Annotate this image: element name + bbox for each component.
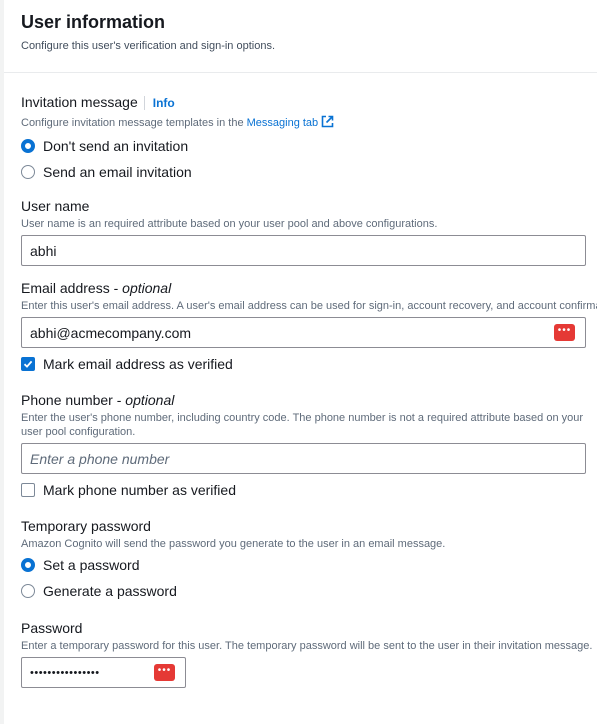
username-label: User name: [21, 198, 90, 214]
password-label: Password: [21, 620, 83, 636]
email-label-row: Email address - optional: [21, 280, 172, 296]
phone-field: Phone number - optional Enter the user's…: [21, 391, 597, 503]
password-manager-icon[interactable]: •••: [554, 324, 575, 341]
invitation-description: Configure invitation message templates i…: [21, 115, 597, 132]
phone-label-row: Phone number - optional: [21, 392, 175, 408]
section-header: User information Configure this user's v…: [0, 0, 597, 73]
password-manager-icon[interactable]: •••: [154, 664, 175, 681]
email-label: Email address: [21, 280, 110, 296]
temp-password-radio-group: Set a password Generate a password: [21, 552, 597, 604]
radio-indicator[interactable]: [21, 165, 35, 179]
radio-label: Don't send an invitation: [43, 138, 189, 154]
form-content: Invitation message Info Configure invitat…: [0, 73, 597, 688]
phone-verified-checkbox[interactable]: Mark phone number as verified: [21, 477, 597, 503]
username-field: User name User name is an required attri…: [21, 197, 597, 266]
email-verified-checkbox[interactable]: Mark email address as verified: [21, 351, 597, 377]
username-description: User name is an required attribute based…: [21, 218, 438, 230]
invitation-radio-group: Don't send an invitation Send an email i…: [21, 133, 597, 185]
password-field: Password Enter a temporary password for …: [21, 619, 597, 688]
radio-indicator[interactable]: [21, 584, 35, 598]
email-description: Enter this user's email address. A user'…: [21, 300, 597, 312]
username-value: abhi: [30, 242, 57, 259]
invitation-label-row: Invitation message Info: [21, 93, 597, 112]
checkbox-indicator[interactable]: [21, 357, 35, 371]
checkbox-indicator[interactable]: [21, 483, 35, 497]
temp-password-description: Amazon Cognito will send the password yo…: [21, 538, 446, 550]
phone-input[interactable]: Enter a phone number: [21, 443, 586, 474]
temp-password-label: Temporary password: [21, 518, 151, 534]
messaging-tab-link[interactable]: Messaging tab: [247, 117, 319, 129]
invitation-desc-text: Configure invitation message templates i…: [21, 117, 247, 129]
invitation-label: Invitation message: [21, 94, 138, 110]
info-link[interactable]: Info: [143, 96, 175, 110]
radio-generate-password[interactable]: Generate a password: [21, 578, 597, 604]
radio-dont-send-invitation[interactable]: Don't send an invitation: [21, 133, 597, 159]
radio-label: Generate a password: [43, 583, 177, 599]
checkmark-icon: [23, 360, 33, 368]
email-input[interactable]: abhi@acmecompany.com •••: [21, 317, 586, 348]
radio-send-email-invitation[interactable]: Send an email invitation: [21, 159, 597, 185]
username-input[interactable]: abhi: [21, 235, 586, 266]
optional-tag: optional: [122, 280, 172, 296]
external-link-icon[interactable]: [321, 115, 334, 132]
phone-label: Phone number: [21, 392, 113, 408]
radio-indicator[interactable]: [21, 558, 35, 572]
panel-left-border: [0, 0, 4, 724]
radio-indicator[interactable]: [21, 139, 35, 153]
invitation-field: Invitation message Info Configure invitat…: [21, 93, 597, 185]
email-value: abhi@acmecompany.com: [30, 324, 192, 341]
password-description: Enter a temporary password for this user…: [21, 640, 593, 652]
phone-placeholder: Enter a phone number: [30, 450, 170, 467]
radio-label: Send an email invitation: [43, 164, 192, 180]
optional-tag: optional: [125, 392, 175, 408]
email-field: Email address - optional Enter this user…: [21, 279, 597, 377]
section-subtitle: Configure this user's verification and s…: [21, 40, 276, 52]
radio-label: Set a password: [43, 557, 140, 573]
checkbox-label: Mark email address as verified: [43, 356, 233, 372]
phone-description: Enter the user's phone number, including…: [21, 412, 584, 438]
section-title: User information: [21, 12, 166, 32]
temp-password-field: Temporary password Amazon Cognito will s…: [21, 517, 597, 604]
password-value: ••••••••••••••••: [30, 666, 100, 679]
radio-set-password[interactable]: Set a password: [21, 552, 597, 578]
password-input[interactable]: •••••••••••••••• •••: [21, 657, 186, 688]
checkbox-label: Mark phone number as verified: [43, 482, 236, 498]
